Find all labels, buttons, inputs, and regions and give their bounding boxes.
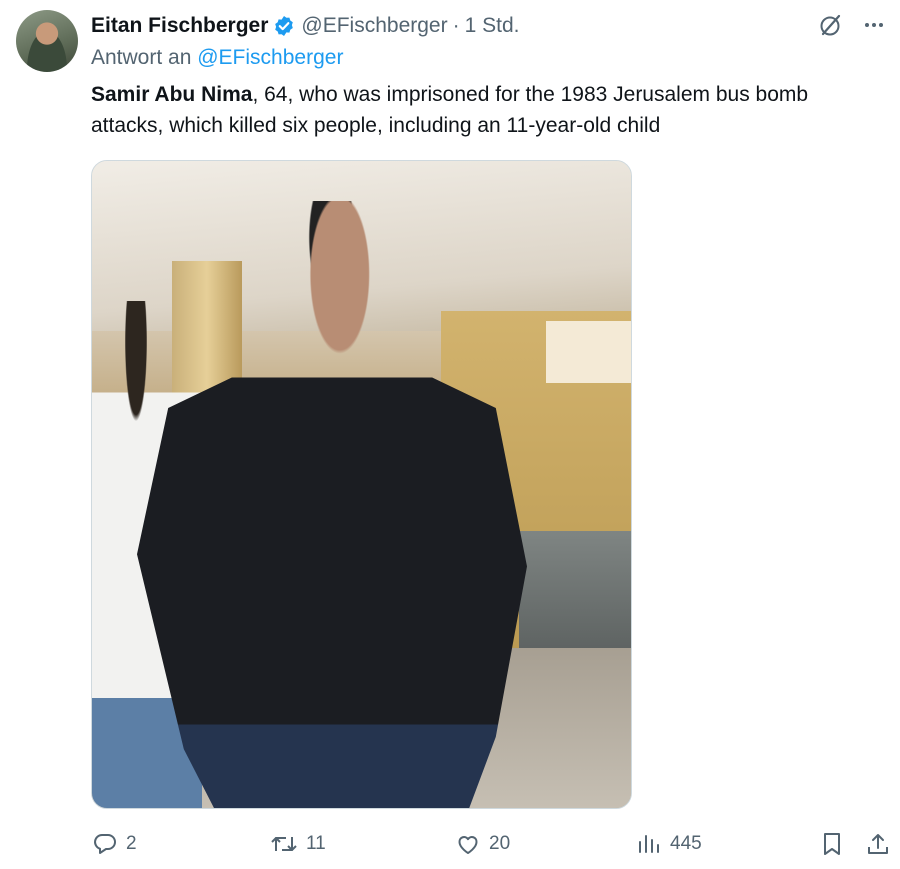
avatar[interactable] [16,10,78,72]
retweet-button[interactable]: 11 [270,826,326,862]
views-count: 445 [670,833,702,854]
retweet-icon [271,837,297,851]
verified-badge-icon[interactable] [273,15,295,37]
grok-icon[interactable] [818,12,844,38]
bookmark-icon [824,833,840,855]
like-icon [458,836,478,854]
author-display-name[interactable]: Eitan Fischberger [91,14,268,38]
retweet-count: 11 [306,833,326,854]
share-icon [868,834,888,854]
reply-button[interactable]: 2 [92,826,137,862]
tweet-header: Eitan Fischberger @EFischberger · 1 Std. [91,12,519,40]
like-button[interactable]: 20 [455,826,510,862]
author-handle[interactable]: @EFischberger [301,14,447,38]
top-actions [818,12,886,38]
tweet-photo[interactable] [91,160,632,809]
reply-mention-link[interactable]: @EFischberger [197,46,343,69]
photo-glass-panel [519,531,631,661]
tweet-text: Samir Abu Nima, 64, who was imprisoned f… [91,79,871,141]
share-button[interactable] [866,826,890,862]
tweet-bold-name: Samir Abu Nima [91,83,253,106]
bookmark-button[interactable] [820,826,844,862]
reply-icon [94,834,116,854]
tweet-card[interactable]: Eitan Fischberger @EFischberger · 1 Std. [0,0,900,869]
like-count: 20 [489,833,511,854]
tweet-timestamp[interactable]: 1 Std. [465,14,520,38]
more-icon[interactable] [862,13,886,37]
reply-count: 2 [126,833,137,854]
reply-prefix: Antwort an [91,46,192,69]
separator-dot: · [452,14,460,37]
action-bar: 2 11 20 445 [0,826,900,862]
views-button[interactable]: 445 [636,826,702,862]
reply-context: Antwort an @EFischberger [91,46,343,70]
views-icon [639,835,659,853]
photo-lamp [546,321,631,383]
